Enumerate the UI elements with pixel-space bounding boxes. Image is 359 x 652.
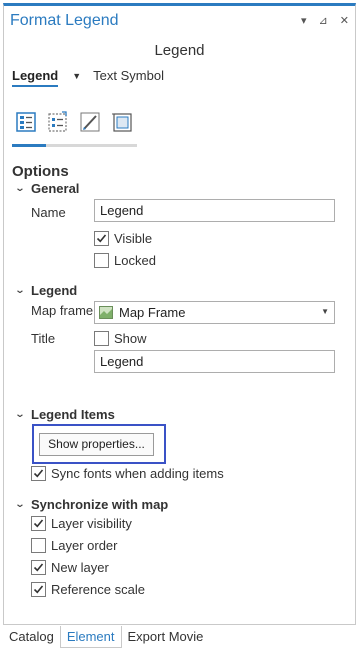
- chevron-down-icon: ⌄: [14, 285, 26, 296]
- legend-heading: Legend: [31, 283, 78, 298]
- dropdown-arrow-icon: ▼: [321, 307, 329, 316]
- icon-row-indicator: [12, 144, 137, 147]
- display-frame-icon[interactable]: [110, 110, 134, 134]
- tab-row: Legend ▼ Text Symbol: [12, 68, 164, 92]
- layer-visibility-checkbox[interactable]: Layer visibility: [31, 516, 132, 531]
- new-layer-label: New layer: [51, 560, 109, 575]
- locked-checkbox[interactable]: Locked: [94, 253, 156, 268]
- close-icon[interactable]: ✕: [340, 14, 349, 27]
- title-field[interactable]: Legend: [94, 350, 335, 373]
- tab-export-movie[interactable]: Export Movie: [122, 626, 210, 648]
- checkbox-box: [31, 538, 46, 553]
- layer-visibility-label: Layer visibility: [51, 516, 132, 531]
- legend-items-heading: Legend Items: [31, 407, 115, 422]
- tab-element[interactable]: Element: [59, 626, 122, 648]
- visible-checkbox[interactable]: Visible: [94, 231, 152, 246]
- checkbox-box: [94, 253, 109, 268]
- options-heading: Options: [12, 163, 69, 180]
- checkbox-box: [31, 516, 46, 531]
- chevron-down-icon: ⌄: [14, 409, 26, 420]
- sync-fonts-checkbox[interactable]: Sync fonts when adding items: [31, 466, 224, 481]
- sync-map-section-header[interactable]: ⌄ Synchronize with map: [14, 497, 169, 512]
- pin-icon[interactable]: ⊿: [319, 14, 328, 27]
- general-section-header[interactable]: ⌄ General: [14, 181, 80, 196]
- title-bar: Format Legend ▾ ⊿ ✕: [4, 6, 355, 36]
- symbol-pen-icon[interactable]: [78, 110, 102, 134]
- pane-title: Format Legend: [10, 12, 119, 29]
- map-frame-dropdown[interactable]: Map Frame ▼: [94, 301, 335, 324]
- checkbox-box: [31, 582, 46, 597]
- checkbox-box: [94, 331, 109, 346]
- title-bar-controls: ▾ ⊿ ✕: [301, 14, 349, 27]
- checkbox-box: [31, 560, 46, 575]
- show-label: Show: [114, 331, 147, 346]
- checkbox-box: [31, 466, 46, 481]
- checkbox-box: [94, 231, 109, 246]
- map-frame-label: Map frame: [31, 303, 94, 318]
- map-frame-value: Map Frame: [119, 305, 186, 320]
- layer-order-label: Layer order: [51, 538, 118, 553]
- legend-section-header[interactable]: ⌄ Legend: [14, 283, 78, 298]
- tab-catalog[interactable]: Catalog: [3, 626, 60, 648]
- layer-order-checkbox[interactable]: Layer order: [31, 538, 117, 553]
- show-title-checkbox[interactable]: Show: [94, 331, 147, 346]
- sync-fonts-label: Sync fonts when adding items: [51, 466, 224, 481]
- new-layer-checkbox[interactable]: New layer: [31, 560, 109, 575]
- name-label: Name: [31, 205, 66, 220]
- reference-scale-checkbox[interactable]: Reference scale: [31, 582, 145, 597]
- name-field[interactable]: Legend: [94, 199, 335, 222]
- menu-dropdown-icon[interactable]: ▾: [301, 14, 307, 27]
- format-legend-pane: Format Legend ▾ ⊿ ✕ Legend Legend ▼ Text…: [3, 3, 356, 625]
- element-subtitle: Legend: [154, 42, 205, 59]
- property-icon-row: [14, 110, 134, 134]
- legend-items-section-header[interactable]: ⌄ Legend Items: [14, 407, 115, 422]
- locked-label: Locked: [114, 253, 156, 268]
- legend-options-icon[interactable]: [14, 110, 38, 134]
- visible-label: Visible: [114, 231, 153, 246]
- legend-arrangement-icon[interactable]: [46, 110, 70, 134]
- reference-scale-label: Reference scale: [51, 582, 145, 597]
- title-label: Title: [31, 331, 56, 346]
- map-frame-icon: [99, 306, 113, 319]
- show-properties-button[interactable]: Show properties...: [39, 433, 154, 456]
- tab-legend[interactable]: Legend: [12, 68, 59, 87]
- sync-map-heading: Synchronize with map: [31, 497, 169, 512]
- chevron-down-icon: ⌄: [14, 499, 26, 510]
- tab-dropdown-icon[interactable]: ▼: [72, 71, 81, 81]
- bottom-tab-bar: Catalog Element Export Movie: [3, 626, 209, 648]
- tab-text-symbol[interactable]: Text Symbol: [93, 68, 164, 83]
- chevron-down-icon: ⌄: [14, 183, 26, 194]
- general-heading: General: [31, 181, 80, 196]
